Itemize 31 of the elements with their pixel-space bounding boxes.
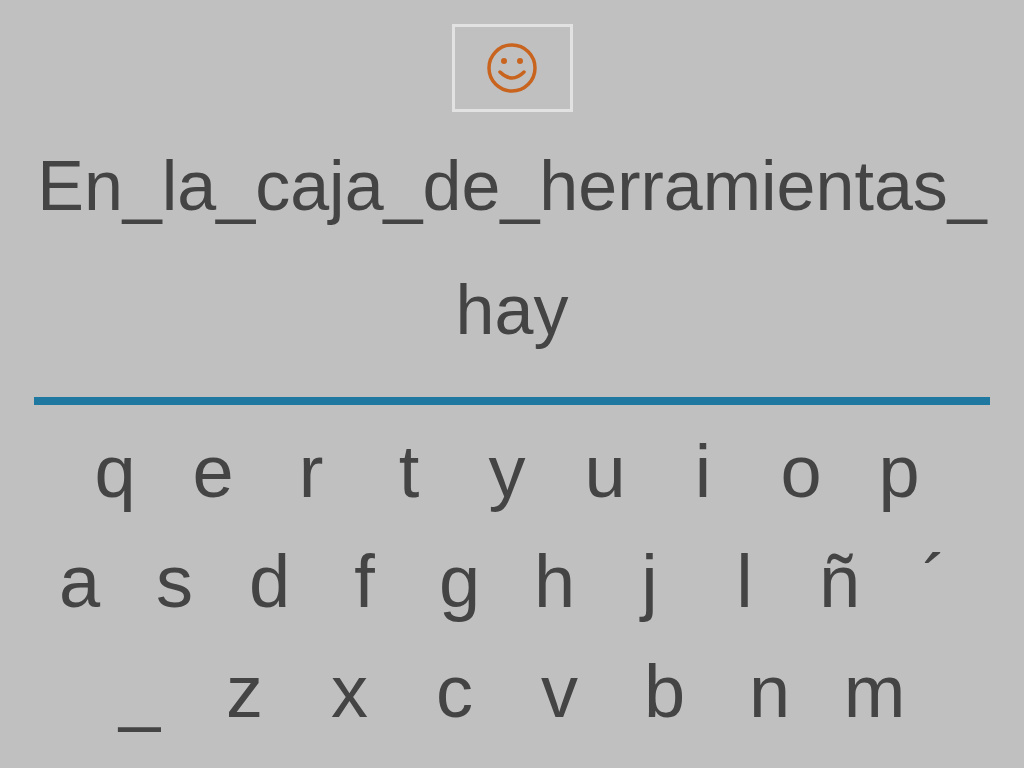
letter-key[interactable]: v [507, 642, 612, 742]
smiley-button[interactable] [451, 24, 573, 112]
letter-key[interactable]: h [507, 532, 602, 632]
letter-key[interactable]: d [222, 532, 317, 632]
letter-key[interactable]: b [612, 642, 717, 742]
letter-key[interactable]: t [360, 422, 458, 522]
letter-key[interactable]: e [164, 422, 262, 522]
letter-key[interactable]: p [850, 422, 948, 522]
letter-key[interactable]: y [458, 422, 556, 522]
letter-key[interactable]: s [127, 532, 222, 632]
letter-key[interactable]: i [654, 422, 752, 522]
letter-key[interactable]: z [192, 642, 297, 742]
letter-key[interactable]: j [602, 532, 697, 632]
letter-key[interactable]: n [717, 642, 822, 742]
letter-key[interactable]: o [752, 422, 850, 522]
letter-key[interactable]: a [32, 532, 127, 632]
letter-key[interactable]: x [297, 642, 402, 742]
letter-key[interactable]: ñ [792, 532, 887, 632]
letter-key[interactable]: r [262, 422, 360, 522]
letter-key[interactable]: q [66, 422, 164, 522]
letter-key[interactable]: _ [87, 642, 192, 742]
smiley-icon [486, 42, 538, 94]
letter-key[interactable]: g [412, 532, 507, 632]
sentence-text: En_la_caja_de_herramientas_ [37, 146, 987, 227]
sentence-text: hay [455, 270, 569, 351]
letter-key[interactable]: c [402, 642, 507, 742]
letter-key[interactable]: m [822, 642, 927, 742]
letter-key[interactable]: ´ [887, 532, 982, 632]
letter-key[interactable]: l [697, 532, 792, 632]
letter-key[interactable]: f [317, 532, 412, 632]
letter-key[interactable]: u [556, 422, 654, 522]
